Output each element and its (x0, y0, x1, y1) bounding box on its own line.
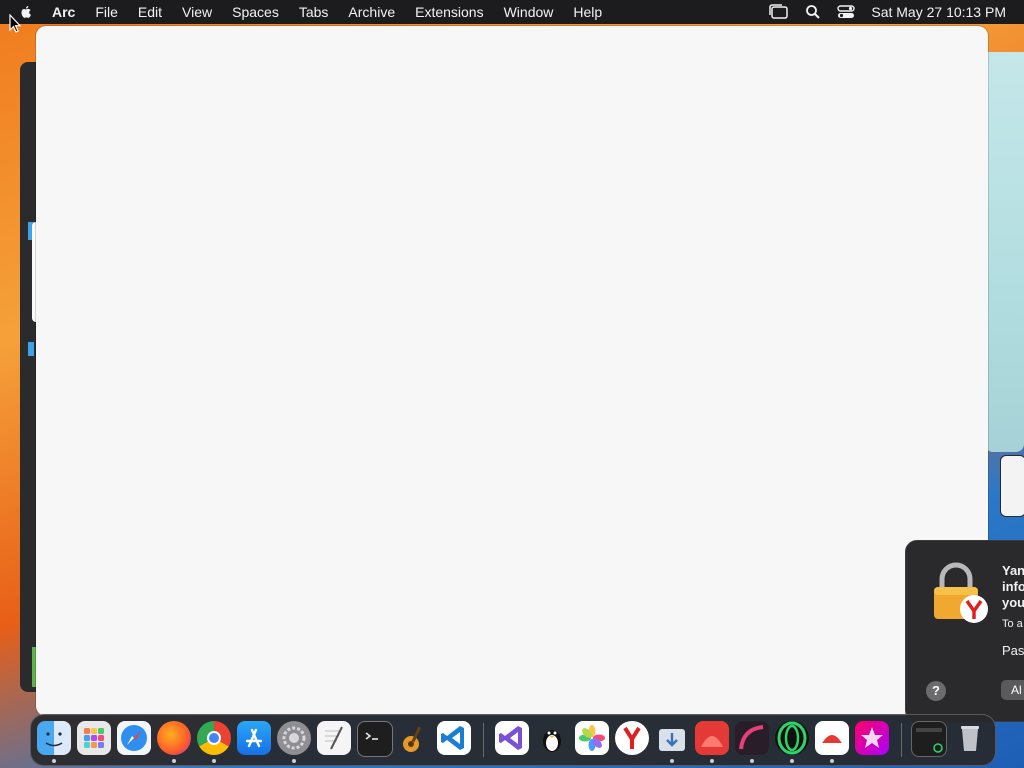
help-button[interactable]: ? (926, 681, 946, 701)
arc-style-app-running-dot (750, 759, 754, 763)
menu-edit[interactable]: Edit (138, 4, 162, 20)
safari-icon[interactable] (117, 721, 151, 755)
opera-icon[interactable] (775, 721, 809, 755)
red-white-app-icon[interactable] (815, 721, 849, 755)
menu-bar-clock[interactable]: Sat May 27 10:13 PM (871, 4, 1006, 20)
vscode-icon[interactable] (437, 721, 471, 755)
downloads-running-dot (670, 759, 674, 763)
arc-style-app-icon[interactable] (735, 721, 769, 755)
notification-title: Yan info you (1002, 563, 1024, 610)
control-center-icon[interactable] (837, 4, 856, 20)
arc-browser-window[interactable] (36, 26, 988, 716)
trash-icon[interactable] (953, 721, 987, 755)
system-settings-running-dot (292, 759, 296, 763)
menu-bar-status-area: Sat May 27 10:13 PM (769, 0, 1006, 24)
notification-body: To a (1002, 618, 1023, 630)
stage-manager-icon[interactable] (769, 4, 789, 20)
launchpad-icon[interactable] (77, 721, 111, 755)
terminal-icon[interactable] (357, 721, 393, 757)
yandex-password-notification[interactable]: Yan info you To a Pas ? Al (905, 540, 1024, 722)
background-window-right[interactable] (985, 52, 1024, 452)
allow-button[interactable]: Al (1001, 680, 1024, 700)
chrome-running-dot (212, 759, 216, 763)
menu-extensions[interactable]: Extensions (415, 4, 483, 20)
lock-yandex-icon (934, 562, 988, 623)
screen-app-icon[interactable] (911, 721, 947, 757)
background-accent (28, 342, 34, 356)
yandex-icon[interactable] (615, 721, 649, 755)
textedit-icon[interactable] (317, 721, 351, 755)
firefox-icon[interactable] (157, 721, 191, 755)
visual-studio-icon[interactable] (495, 721, 529, 755)
menu-file[interactable]: File (95, 4, 118, 20)
firefox-running-dot (172, 759, 176, 763)
dock-separator (901, 723, 902, 757)
opera-running-dot (790, 759, 794, 763)
app-store-icon[interactable] (237, 721, 271, 755)
menu-window[interactable]: Window (504, 4, 554, 20)
garageband-icon[interactable] (397, 721, 431, 755)
chrome-icon[interactable] (197, 721, 231, 755)
system-settings-icon[interactable] (277, 721, 311, 755)
penguin-app-icon[interactable] (535, 721, 569, 755)
finder-running-dot (52, 759, 56, 763)
mouse-cursor-icon (9, 14, 21, 33)
menu-bar: Arc File Edit View Spaces Tabs Archive E… (0, 0, 1024, 24)
menu-spaces[interactable]: Spaces (232, 4, 279, 20)
red-app-running-dot (710, 759, 714, 763)
photos-icon[interactable] (575, 721, 609, 755)
downloads-icon[interactable] (655, 721, 689, 755)
dock-separator (483, 723, 484, 757)
dock (30, 714, 996, 766)
red-white-app-running-dot (830, 759, 834, 763)
menu-tabs[interactable]: Tabs (299, 4, 329, 20)
menu-app-name[interactable]: Arc (52, 4, 75, 20)
magic-app-icon[interactable] (855, 721, 889, 755)
menu-view[interactable]: View (182, 4, 212, 20)
password-field-label[interactable]: Pas (1002, 643, 1024, 658)
menu-help[interactable]: Help (573, 4, 602, 20)
background-window-right-small[interactable] (1000, 455, 1024, 517)
red-app-icon[interactable] (695, 721, 729, 755)
menu-archive[interactable]: Archive (348, 4, 395, 20)
spotlight-search-icon[interactable] (805, 4, 821, 20)
finder-icon[interactable] (37, 721, 71, 755)
